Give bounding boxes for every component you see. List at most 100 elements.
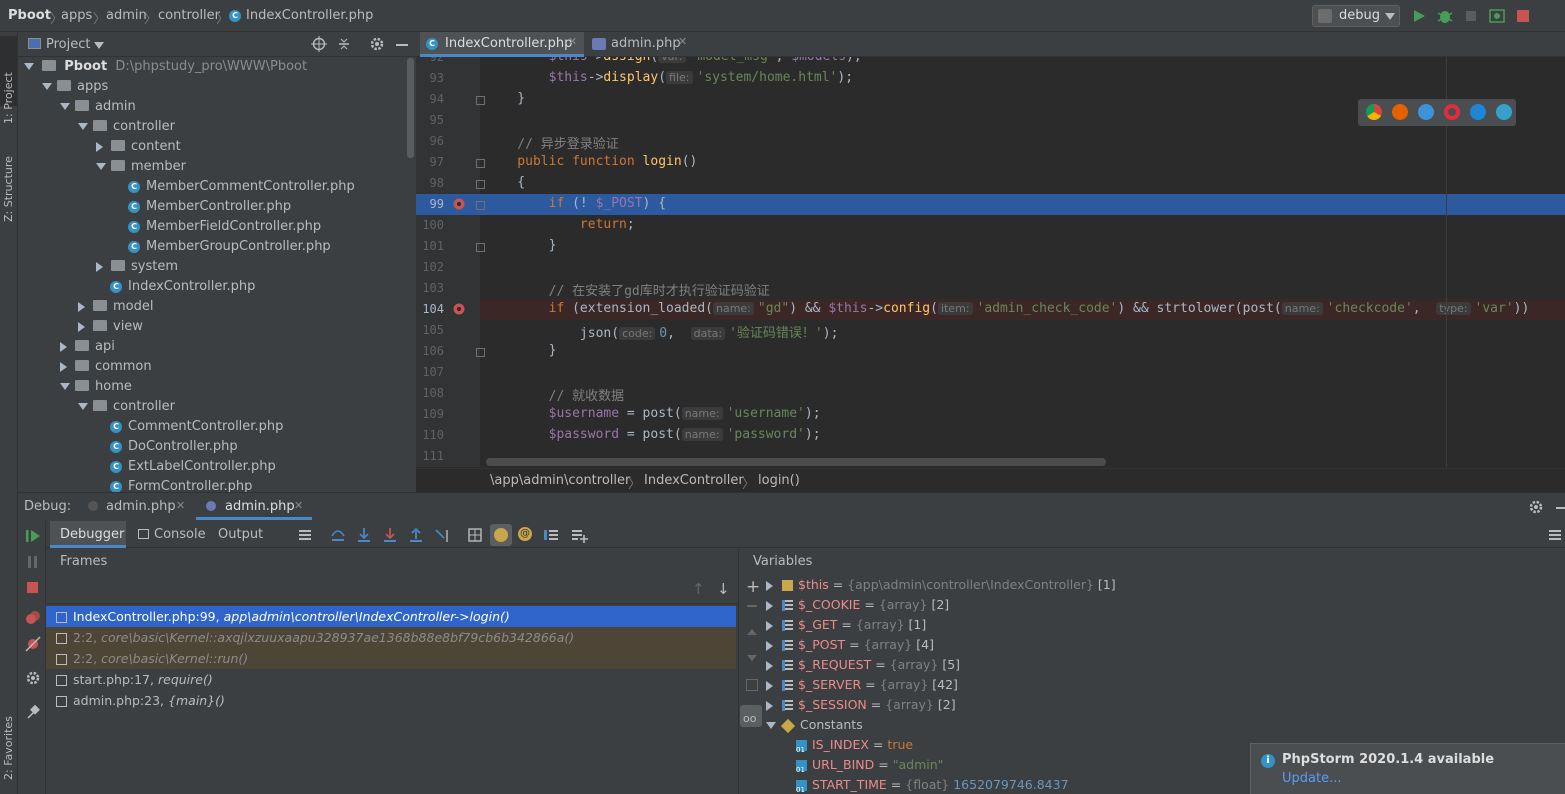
step-out-icon[interactable] — [407, 526, 425, 544]
stack-frame[interactable]: admin.php:23, {main}() — [46, 690, 736, 711]
chevron-down-icon[interactable] — [766, 722, 776, 729]
code-line[interactable]: $password = post(name:'password'); — [486, 427, 821, 442]
chevron-down-icon[interactable] — [94, 42, 104, 49]
chevron-right-icon[interactable] — [96, 261, 103, 272]
stop-icon[interactable] — [1515, 8, 1531, 24]
close-icon[interactable]: ✕ — [678, 35, 687, 48]
tree-folder[interactable]: admin — [60, 97, 136, 117]
code-line[interactable]: return; — [486, 217, 635, 232]
tree-folder[interactable]: controller — [78, 117, 175, 137]
tab-indexcontroller[interactable]: C IndexController.php ✕ — [420, 32, 584, 57]
stripe-favorites-label[interactable]: 2: Favorites — [2, 716, 15, 780]
crumb-controller[interactable]: controller — [158, 8, 220, 23]
code-line[interactable]: public function login() — [486, 154, 697, 169]
variable-row[interactable]: 01 URL_BIND = "admin" — [796, 755, 943, 775]
mute-breakpoints-icon[interactable] — [24, 635, 42, 653]
code-line[interactable]: } — [486, 238, 557, 253]
minimize-icon[interactable] — [396, 44, 408, 46]
chevron-down-icon[interactable] — [42, 83, 52, 90]
code-line[interactable]: json(code: 0, data: '验证码错误！'); — [486, 322, 839, 341]
breadcrumb-class[interactable]: IndexController — [644, 473, 744, 488]
minimize-icon[interactable] — [1556, 507, 1565, 509]
chevron-right-icon[interactable] — [766, 700, 773, 711]
code-line[interactable]: if (! $_POST) { — [486, 196, 666, 211]
tree-folder[interactable]: content — [96, 137, 181, 157]
breakpoint-icon[interactable] — [452, 302, 466, 316]
view-breakpoints-icon[interactable] — [24, 609, 42, 627]
resume-icon[interactable] — [24, 527, 42, 545]
arrow-up-icon[interactable]: ↑ — [692, 580, 705, 598]
code-line[interactable]: } — [486, 343, 557, 358]
tree-root[interactable]: Pboot D:\phpstudy_pro\WWW\Pboot — [24, 57, 307, 77]
tree-folder[interactable]: common — [60, 357, 152, 377]
tree-file[interactable]: C MemberFieldController.php — [114, 217, 321, 237]
chevron-right-icon[interactable] — [766, 600, 773, 611]
code-line[interactable]: // 在安装了gd库时才执行验证码验证 — [486, 280, 770, 299]
gear-icon[interactable] — [1528, 499, 1544, 515]
fold-marker-icon[interactable] — [476, 201, 485, 210]
tree-file[interactable]: C MemberController.php — [114, 197, 291, 217]
tree-file[interactable]: C DoController.php — [96, 437, 238, 457]
at-icon[interactable]: @ — [518, 527, 532, 541]
chevron-right-icon[interactable] — [78, 321, 85, 332]
tree-file[interactable]: C IndexController.php — [96, 277, 255, 297]
variable-row[interactable]: $_SERVER = {array} [42] — [766, 675, 958, 695]
crumb-admin[interactable]: admin — [106, 8, 147, 23]
breadcrumb-method[interactable]: login() — [758, 473, 800, 488]
run-config-select[interactable]: debug — [1312, 5, 1400, 27]
tab-output[interactable]: Output — [216, 521, 272, 548]
code-line[interactable]: // 就收数据 — [486, 385, 624, 404]
code-line[interactable]: { — [486, 175, 525, 190]
code-line[interactable]: $this->display(file:'system/home.html'); — [486, 70, 853, 85]
variable-row[interactable]: 01 IS_INDEX = true — [796, 735, 913, 755]
tree-folder[interactable]: model — [78, 297, 153, 317]
list-icon[interactable] — [542, 526, 560, 544]
variable-row[interactable]: $_GET = {array} [1] — [766, 615, 926, 635]
stack-frame[interactable]: start.php:17, require() — [46, 669, 736, 690]
stack-frame[interactable]: IndexController.php:99, app\admin\control… — [46, 606, 736, 627]
crumb-file[interactable]: IndexController.php — [246, 8, 373, 23]
tree-folder[interactable]: view — [78, 317, 143, 337]
variable-row[interactable]: $_REQUEST = {array} [5] — [766, 655, 960, 675]
chevron-down-icon[interactable] — [78, 123, 88, 130]
chevron-right-icon[interactable] — [766, 660, 773, 671]
variable-row[interactable]: $_COOKIE = {array} [2] — [766, 595, 949, 615]
firefox-icon[interactable] — [1392, 104, 1408, 120]
chevron-right-icon[interactable] — [766, 680, 773, 691]
chevron-right-icon[interactable] — [766, 640, 773, 651]
tab-admin[interactable]: admin.php ✕ — [586, 32, 698, 57]
settings-gear-icon[interactable] — [24, 669, 42, 687]
tree-folder[interactable]: api — [60, 337, 115, 357]
chevron-down-icon[interactable] — [60, 103, 70, 110]
pause-icon[interactable] — [24, 553, 42, 571]
variable-row[interactable]: 01 START_TIME = {float} 1652079746.8437 — [796, 775, 1069, 794]
ie-icon[interactable] — [1470, 104, 1486, 120]
project-title[interactable]: Project — [46, 37, 90, 52]
stripe-structure-label[interactable]: Z: Structure — [2, 156, 15, 222]
restore-layout-icon[interactable] — [1546, 526, 1564, 544]
stack-frame[interactable]: 2:2, core\basic\Kernel::axqjlxzuuxaapu328… — [46, 627, 736, 648]
safari-icon[interactable] — [1418, 104, 1434, 120]
stop-icon[interactable] — [24, 579, 42, 597]
step-over-icon[interactable] — [329, 526, 347, 544]
stack-frame[interactable]: 2:2, core\basic\Kernel::run() — [46, 648, 736, 669]
evaluate-icon[interactable] — [466, 526, 484, 544]
break-at-first-line-toggle[interactable] — [490, 524, 512, 546]
close-icon[interactable]: ✕ — [294, 499, 303, 512]
tree-folder[interactable]: system — [96, 257, 178, 277]
tree-file[interactable]: C CommentController.php — [96, 417, 283, 437]
tree-file[interactable]: C MemberGroupController.php — [114, 237, 331, 257]
run-icon[interactable] — [1411, 8, 1427, 24]
crumb-apps[interactable]: apps — [61, 8, 92, 23]
pin-icon[interactable] — [24, 703, 42, 721]
tree-folder[interactable]: home — [60, 377, 132, 397]
variable-row[interactable]: $_SESSION = {array} [2] — [766, 695, 956, 715]
crumb-project[interactable]: Pboot — [8, 8, 51, 23]
chevron-right-icon[interactable] — [766, 620, 773, 631]
coverage-icon[interactable] — [1462, 7, 1480, 25]
constants-group[interactable]: Constants — [766, 715, 863, 735]
listen-debug-icon[interactable] — [1488, 7, 1506, 25]
locate-icon[interactable] — [311, 36, 327, 52]
close-icon[interactable]: ✕ — [176, 499, 185, 512]
notification-update-link[interactable]: Update... — [1282, 771, 1341, 786]
